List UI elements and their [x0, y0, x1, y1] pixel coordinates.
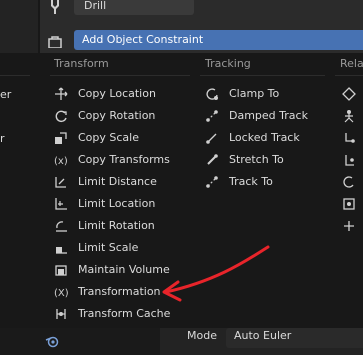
- viewport-edge: [0, 0, 38, 53]
- cut-off-item-label: er: [0, 88, 12, 101]
- limit-rotation-icon: [56, 221, 67, 232]
- menu-item-label: Limit Scale: [78, 241, 139, 254]
- header-separator: [200, 75, 325, 76]
- menu-item-label: Limit Rotation: [78, 219, 155, 232]
- transform-cache-icon: [56, 309, 66, 319]
- clamp-to-icon: [206, 88, 218, 100]
- column-header-relationship: Rela: [340, 57, 363, 70]
- armature-icon[interactable]: [342, 109, 356, 123]
- locked-track-icon: [206, 133, 217, 144]
- object-name-text: Drill: [84, 0, 107, 12]
- menu-item-label: Clamp To: [229, 87, 280, 100]
- limit-scale-icon: [56, 247, 67, 254]
- header-separator: [335, 75, 363, 76]
- follow-path-icon[interactable]: [342, 175, 356, 189]
- child-of-icon[interactable]: [342, 131, 356, 145]
- copy-scale-icon: [55, 132, 67, 144]
- menu-item-label: Damped Track: [229, 109, 308, 122]
- maintain-volume-icon: [55, 265, 67, 276]
- menu-item-label: Maintain Volume: [78, 263, 170, 276]
- copy-transforms-icon: (x): [54, 156, 68, 167]
- header-separator: [50, 75, 190, 76]
- damped-track-icon: [206, 110, 218, 122]
- copy-rotation-icon: [55, 110, 67, 123]
- rotation-mode-label: Mode: [187, 329, 217, 342]
- blender-logo-icon: [45, 336, 59, 348]
- svg-text:(x): (x): [54, 156, 68, 167]
- menu-item-label: Copy Location: [78, 87, 156, 100]
- menu-item-label: Stretch To: [229, 153, 284, 166]
- panel-divider: [38, 0, 40, 53]
- copy-location-icon: [55, 87, 68, 100]
- menu-item-label: Copy Rotation: [78, 109, 156, 122]
- menu-item-label: Copy Scale: [78, 131, 139, 144]
- column-header-transform: Transform: [54, 57, 109, 70]
- shrinkwrap-icon[interactable]: [342, 219, 356, 233]
- transformation-icon: (X): [54, 288, 68, 299]
- viewport-edge-bottom: [0, 328, 160, 355]
- pivot-icon[interactable]: [342, 197, 356, 211]
- limit-location-icon: [55, 198, 67, 210]
- stretch-to-icon: [207, 154, 218, 165]
- floor-icon[interactable]: [342, 153, 356, 167]
- cut-off-item-label: r: [0, 132, 5, 145]
- header-separator: [0, 75, 30, 76]
- limit-distance-icon: [55, 177, 66, 188]
- action-icon[interactable]: [342, 87, 356, 101]
- constraint-icon: [48, 36, 62, 48]
- menu-item-label: Track To: [229, 175, 273, 188]
- track-to-icon: [206, 176, 218, 188]
- menu-item-label: Limit Distance: [78, 175, 157, 188]
- menu-item-label: Transformation: [78, 285, 161, 298]
- menu-item-label: Limit Location: [78, 197, 156, 210]
- wrench-icon: [51, 0, 59, 14]
- menu-item-label: Locked Track: [229, 131, 300, 144]
- add-object-constraint-label: Add Object Constraint: [82, 33, 204, 46]
- rotation-mode-value: Auto Euler: [234, 329, 292, 342]
- menu-item-label: Copy Transforms: [78, 153, 170, 166]
- menu-item-label: Transform Cache: [78, 307, 171, 320]
- svg-text:(X): (X): [54, 288, 68, 299]
- column-header-tracking: Tracking: [205, 57, 251, 70]
